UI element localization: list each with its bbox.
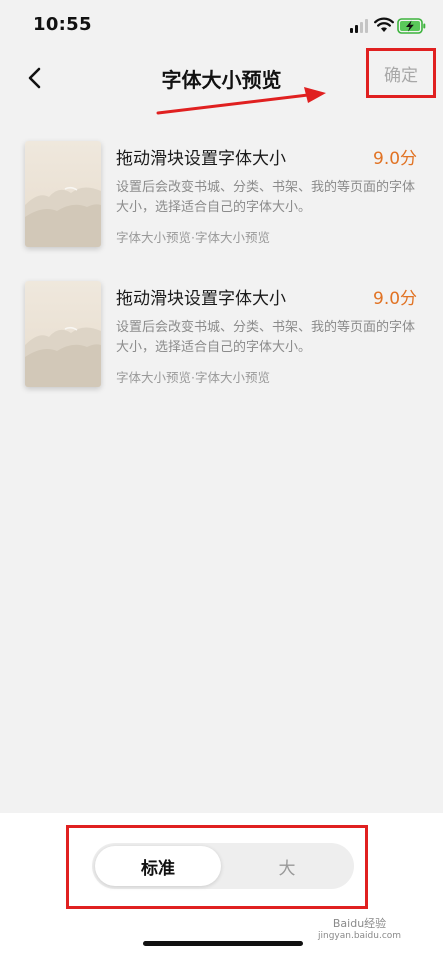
watermark-url: jingyan.baidu.com: [318, 931, 402, 941]
battery-charging-icon: [397, 18, 426, 34]
signal-icon: [350, 19, 369, 33]
segment-large[interactable]: 大: [223, 846, 351, 886]
confirm-button[interactable]: 确定: [366, 48, 436, 98]
list-item: 拖动滑块设置字体大小 9.0分 设置后会改变书城、分类、书架、我的等页面的字体大…: [0, 130, 443, 270]
book-title: 拖动滑块设置字体大小: [116, 149, 286, 169]
book-meta: 字体大小预览·字体大小预览: [116, 230, 270, 245]
wifi-icon: [374, 17, 394, 32]
font-size-segment-control[interactable]: 标准 大: [92, 843, 354, 889]
book-cover: [25, 141, 101, 247]
book-title: 拖动滑块设置字体大小: [116, 289, 286, 309]
book-meta: 字体大小预览·字体大小预览: [116, 370, 270, 385]
book-score: 9.0分: [373, 149, 418, 169]
book-cover: [25, 281, 101, 387]
watermark-brand: Baidu经验: [332, 917, 387, 930]
font-size-panel: 标准 大: [0, 813, 443, 966]
confirm-label: 确定: [384, 65, 418, 86]
book-score: 9.0分: [373, 289, 418, 309]
list-item: 拖动滑块设置字体大小 9.0分 设置后会改变书城、分类、书架、我的等页面的字体大…: [0, 270, 443, 410]
watermark: Baidu经验 jingyan.baidu.com: [318, 918, 401, 942]
segment-standard[interactable]: 标准: [95, 846, 221, 886]
status-time: 10:55: [33, 14, 92, 35]
annotation-arrow-icon: [156, 87, 326, 115]
preview-list: 拖动滑块设置字体大小 9.0分 设置后会改变书城、分类、书架、我的等页面的字体大…: [0, 130, 443, 410]
status-bar: 10:55: [0, 0, 443, 52]
book-description: 设置后会改变书城、分类、书架、我的等页面的字体大小，选择适合自己的字体大小。: [116, 320, 416, 355]
book-description: 设置后会改变书城、分类、书架、我的等页面的字体大小，选择适合自己的字体大小。: [116, 180, 416, 215]
home-indicator[interactable]: [143, 941, 303, 946]
